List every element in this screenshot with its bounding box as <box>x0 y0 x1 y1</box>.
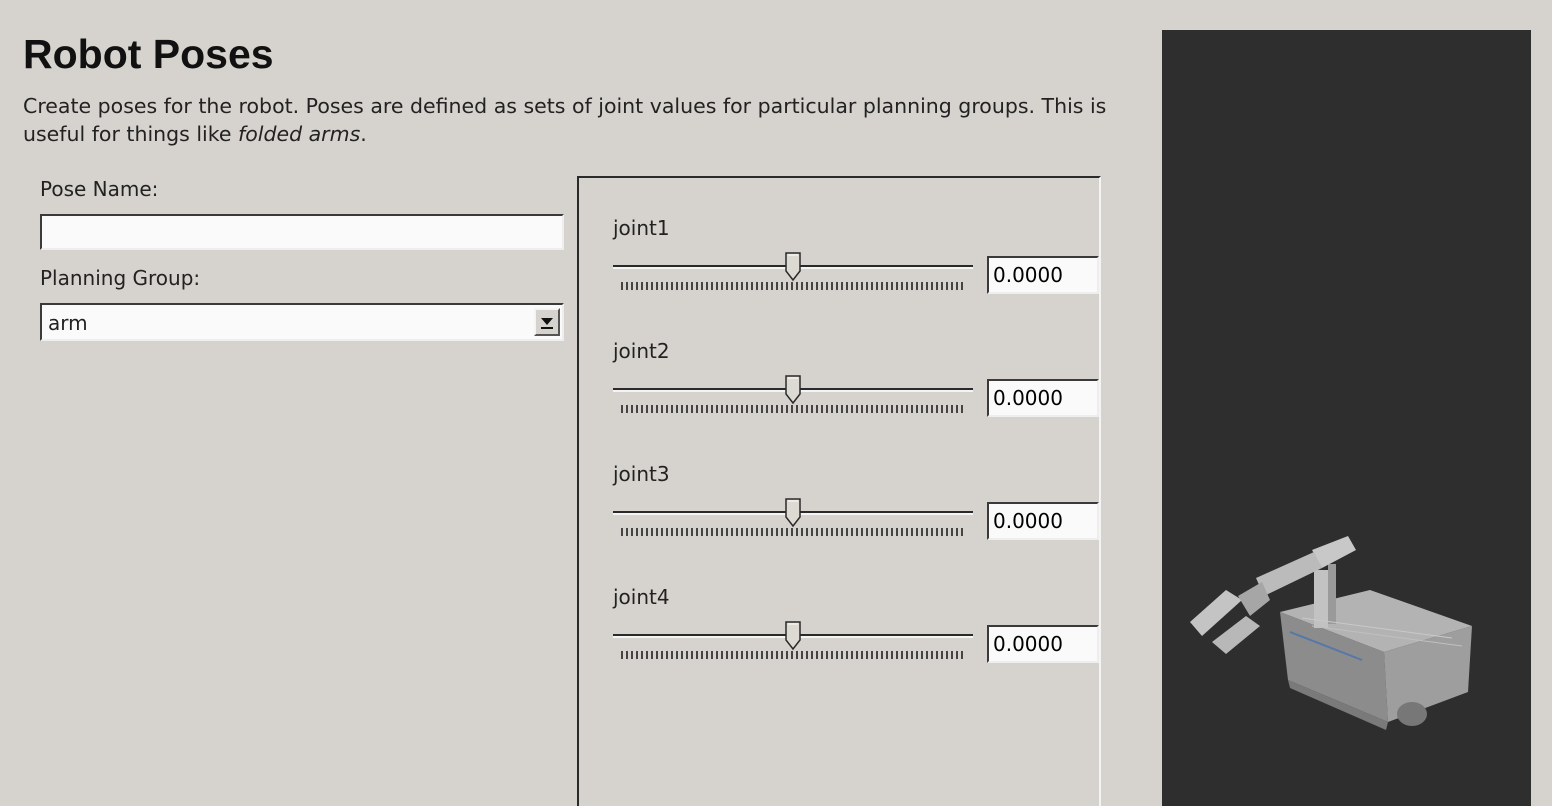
joint-row: joint2 <box>613 339 1103 439</box>
joint-label: joint3 <box>613 462 670 486</box>
joint-row: joint4 <box>613 585 1103 685</box>
joint-sliders-panel: joint1 joint2 joint3 joint4 <box>577 176 1101 806</box>
joint-value-input[interactable] <box>987 502 1099 540</box>
joint-label: joint1 <box>613 216 670 240</box>
joint-slider[interactable] <box>613 375 973 415</box>
robot-model-icon <box>1190 536 1472 730</box>
description-end: . <box>360 122 367 146</box>
slider-ticks <box>621 405 965 413</box>
planning-group-value: arm <box>48 311 88 335</box>
pose-name-input[interactable] <box>40 214 564 250</box>
pose-name-label: Pose Name: <box>40 177 159 201</box>
description-text: Create poses for the robot. Poses are de… <box>23 94 1107 146</box>
slider-handle[interactable] <box>785 252 801 282</box>
joint-slider[interactable] <box>613 621 973 661</box>
joint-value-input[interactable] <box>987 625 1099 663</box>
description-emphasis: folded arms <box>238 122 361 146</box>
joint-row: joint3 <box>613 462 1103 562</box>
slider-ticks <box>621 651 965 659</box>
joint-slider[interactable] <box>613 252 973 292</box>
joint-row: joint1 <box>613 216 1103 316</box>
page-description: Create poses for the robot. Poses are de… <box>23 92 1143 148</box>
joint-label: joint2 <box>613 339 670 363</box>
joint-value-input[interactable] <box>987 256 1099 294</box>
robot-poses-screen: Robot Poses Create poses for the robot. … <box>0 0 1552 806</box>
joint-slider[interactable] <box>613 498 973 538</box>
slider-handle[interactable] <box>785 621 801 651</box>
planning-group-select[interactable]: arm <box>40 303 564 341</box>
robot-3d-viewer[interactable] <box>1162 30 1531 806</box>
planning-group-label: Planning Group: <box>40 266 201 290</box>
page-title: Robot Poses <box>23 31 274 77</box>
joint-label: joint4 <box>613 585 670 609</box>
joint-value-input[interactable] <box>987 379 1099 417</box>
slider-handle[interactable] <box>785 498 801 528</box>
slider-ticks <box>621 282 965 290</box>
slider-ticks <box>621 528 965 536</box>
chevron-down-icon[interactable] <box>534 308 560 336</box>
slider-handle[interactable] <box>785 375 801 405</box>
